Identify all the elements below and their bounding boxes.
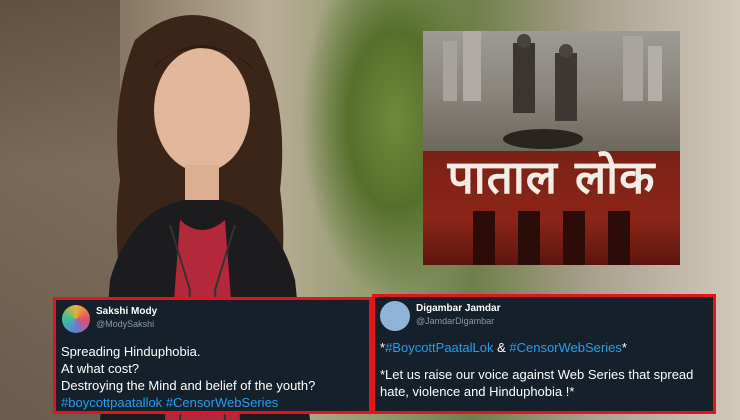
hashtag-link[interactable]: #CensorWebSeries <box>166 395 278 410</box>
tweet-author-handle[interactable]: @ModySakshi <box>96 319 154 329</box>
avatar[interactable] <box>62 305 90 333</box>
tweet-hashtag-line: #boycottpaatallok #CensorWebSeries <box>61 394 366 411</box>
tweet-body: *#BoycottPaatalLok & #CensorWebSeries* *… <box>380 339 710 400</box>
tweet-hashtag-line: *#BoycottPaatalLok & #CensorWebSeries* <box>380 339 710 356</box>
poster-figures <box>443 31 662 149</box>
tweet-author-name[interactable]: Digambar Jamdar <box>416 303 500 314</box>
tweet-author-handle[interactable]: @JamdarDigambar <box>416 316 494 326</box>
tweet-text-fragment: * <box>621 340 627 355</box>
tweet-text-fragment: & <box>493 340 510 355</box>
tweet-text-line: At what cost? <box>61 361 140 376</box>
tweet-text-line: Spreading Hinduphobia. <box>61 344 201 359</box>
tweet-text-line: Destroying the Mind and belief of the yo… <box>61 378 316 393</box>
poster-photo-scene <box>423 31 680 151</box>
hashtag-link[interactable]: #boycottpaatallok <box>61 395 162 410</box>
avatar[interactable] <box>380 301 410 331</box>
tweet-body: Spreading Hinduphobia. At what cost? Des… <box>61 343 366 411</box>
tweet-author-name[interactable]: Sakshi Mody <box>96 306 157 317</box>
tweet-text-line: *Let us raise our voice against Web Seri… <box>380 367 694 382</box>
tweet-card-sakshi-mody[interactable]: Sakshi Mody @ModySakshi Spreading Hindup… <box>53 297 372 414</box>
tweet-card-digambar-jamdar[interactable]: Digambar Jamdar @JamdarDigambar * #Boycot… <box>372 294 716 414</box>
series-poster: पाताल लोक <box>423 31 680 265</box>
poster-title: पाताल लोक <box>447 150 656 204</box>
tweet-text-line: hate, violence and Hinduphobia !* <box>380 384 575 399</box>
hashtag-link[interactable]: #CensorWebSeries <box>509 340 621 355</box>
hashtag-link[interactable]: #BoycottPaatalLok <box>385 340 493 355</box>
